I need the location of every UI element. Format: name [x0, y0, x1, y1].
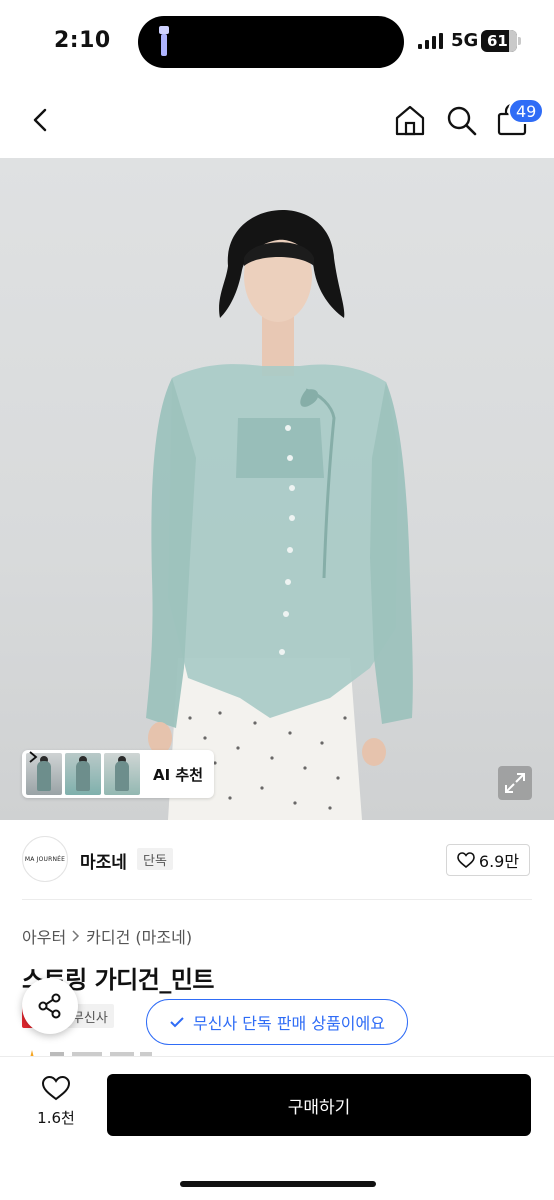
- exclusive-tooltip[interactable]: 무신사 단독 판매 상품이에요: [146, 999, 408, 1045]
- share-button[interactable]: [22, 978, 78, 1034]
- status-bar: 2:10 5G 61: [0, 0, 554, 82]
- heart-icon: [41, 1075, 71, 1101]
- flashlight-icon: [159, 26, 169, 56]
- breadcrumb: 아우터 카디건 (마조네): [22, 924, 192, 948]
- wishlist-button[interactable]: 1.6천: [26, 1075, 86, 1135]
- brand-logo[interactable]: MA JOURNÉE: [22, 836, 68, 882]
- back-arrow-icon[interactable]: [24, 102, 56, 138]
- product-image[interactable]: AI 추천: [0, 158, 554, 820]
- brand-like-button[interactable]: 6.9만: [446, 844, 530, 876]
- recommend-thumbnail: [65, 753, 101, 795]
- ai-recommend-button[interactable]: AI 추천: [22, 750, 214, 798]
- status-time: 2:10: [54, 28, 111, 53]
- fullscreen-button[interactable]: [498, 766, 532, 800]
- brand-logo-text: MA JOURNÉE: [24, 855, 66, 863]
- breadcrumb-item[interactable]: 카디건 (마조네): [86, 924, 192, 948]
- cart-count-badge: 49: [508, 98, 545, 124]
- divider: [22, 899, 532, 900]
- exclusive-tag: 단독: [137, 848, 173, 870]
- brand-like-count: 6.9만: [478, 852, 520, 871]
- cellular-signal-icon: [418, 33, 443, 49]
- breadcrumb-item[interactable]: 아우터: [22, 924, 66, 948]
- chevron-right-icon: [72, 930, 80, 942]
- expand-icon: [505, 773, 525, 793]
- heart-icon: [457, 852, 475, 868]
- share-icon: [38, 993, 61, 1019]
- ai-recommend-label: AI 추천: [153, 765, 204, 784]
- buy-button[interactable]: 구매하기: [107, 1074, 531, 1136]
- wishlist-count: 1.6천: [37, 1109, 75, 1127]
- network-type: 5G: [451, 30, 479, 51]
- search-icon[interactable]: [444, 102, 478, 138]
- bottom-bar: 1.6천 구매하기: [0, 1056, 554, 1200]
- chevron-right-icon: [29, 751, 38, 763]
- home-icon[interactable]: [392, 102, 428, 138]
- tooltip-text: 무신사 단독 판매 상품이에요: [193, 1014, 385, 1033]
- check-icon: [170, 1017, 184, 1028]
- brand-name[interactable]: 마조네: [80, 848, 127, 873]
- home-indicator[interactable]: [180, 1181, 376, 1187]
- top-nav: [0, 82, 554, 158]
- brand-row: MA JOURNÉE 마조네 단독 6.9만: [0, 820, 554, 902]
- model-photo: [146, 210, 413, 820]
- battery-level: 61: [487, 32, 508, 50]
- dynamic-island: [138, 16, 404, 68]
- battery-icon: 61: [481, 30, 521, 52]
- recommend-thumbnail: [104, 753, 140, 795]
